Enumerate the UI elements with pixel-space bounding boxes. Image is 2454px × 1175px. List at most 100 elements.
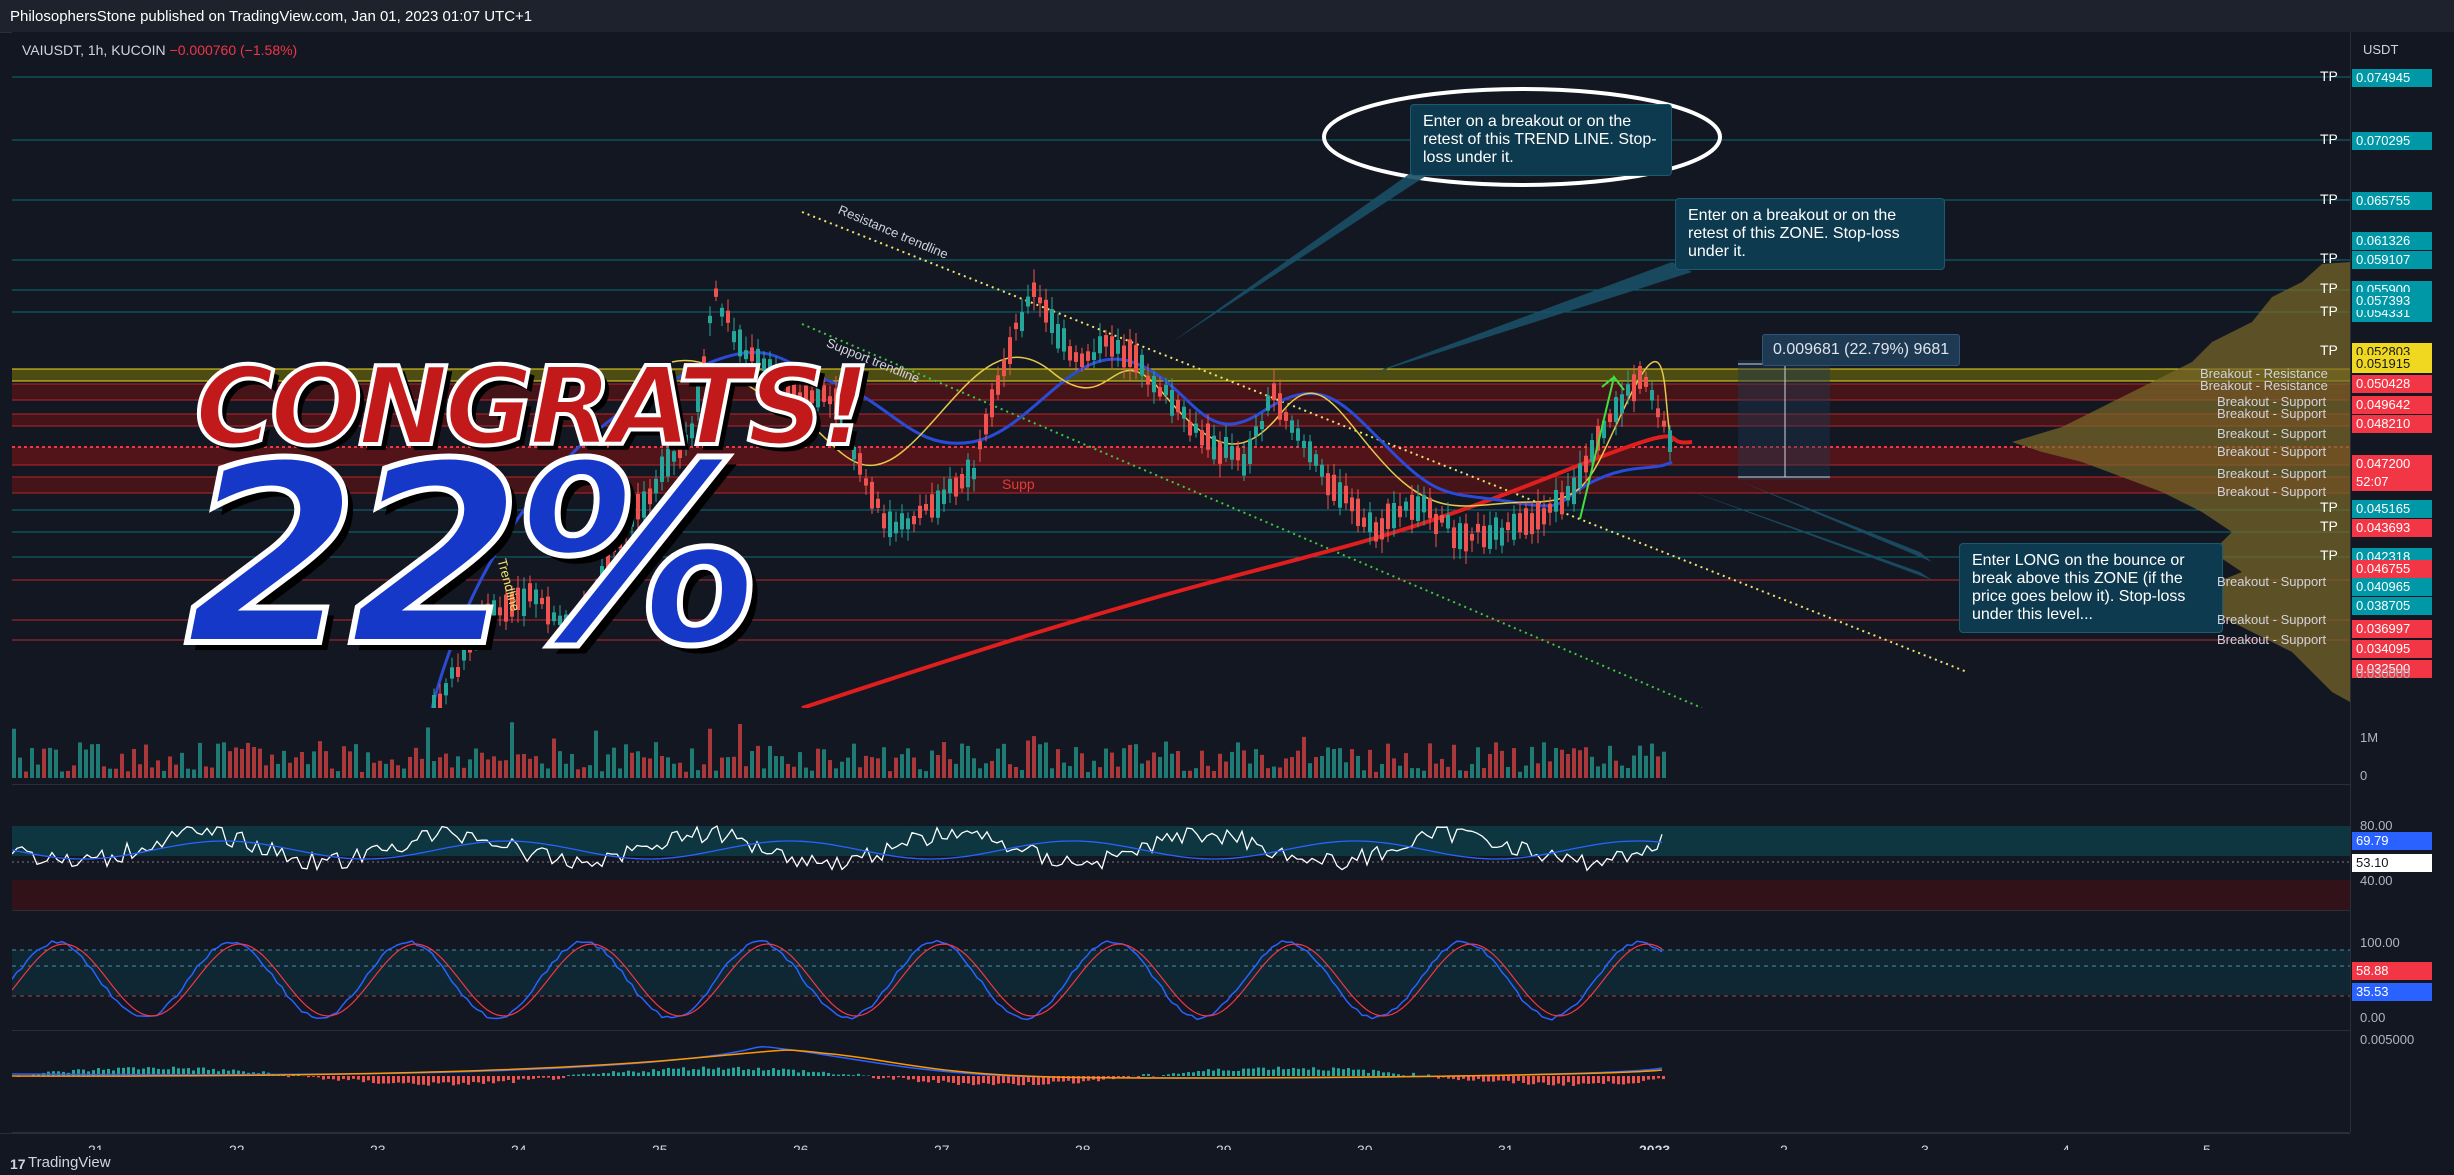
macd-bar	[862, 1075, 865, 1076]
axis-price-tag: 0.050428	[2352, 375, 2432, 393]
volume-bar	[1620, 765, 1624, 778]
rsi-chart	[12, 825, 2350, 910]
stoch-value-1: 58.88	[2352, 962, 2432, 980]
volume-bar	[1488, 753, 1492, 778]
volume-bar	[1092, 760, 1096, 778]
volume-bar	[738, 723, 742, 778]
macd-bar	[792, 1069, 795, 1076]
macd-bar	[1017, 1076, 1020, 1086]
macd-bar	[707, 1068, 710, 1076]
volume-bar	[102, 766, 106, 778]
macd-pane[interactable]	[12, 1032, 2350, 1133]
macd-bar	[1197, 1070, 1200, 1076]
macd-bar	[1282, 1069, 1285, 1076]
volume-bar	[240, 748, 244, 778]
macd-bar	[702, 1066, 705, 1076]
macd-bar	[367, 1076, 370, 1081]
volume-bar	[396, 765, 400, 778]
macd-bar	[377, 1076, 380, 1084]
macd-bar	[1397, 1074, 1400, 1076]
volume-bar	[1506, 766, 1510, 778]
stoch-pane[interactable]	[12, 930, 2350, 1031]
volume-bar	[444, 753, 448, 778]
macd-bar	[602, 1072, 605, 1076]
volume-bar	[150, 767, 154, 778]
volume-bar	[540, 763, 544, 778]
macd-bar	[327, 1076, 330, 1079]
volume-bar	[114, 768, 118, 778]
volume-bar	[144, 744, 148, 778]
callout-zone: Enter on a breakout or on the retest of …	[1675, 198, 1945, 270]
volume-bar	[1428, 743, 1432, 778]
volume-bar	[354, 744, 358, 778]
callout-zone-text: Enter on a breakout or on the retest of …	[1688, 207, 1900, 260]
macd-bar	[1352, 1069, 1355, 1076]
volume-bar	[1170, 753, 1174, 778]
volume-bar	[1440, 758, 1444, 778]
volume-bar	[762, 768, 766, 778]
volume-bar	[612, 747, 616, 778]
macd-bar	[337, 1076, 340, 1081]
volume-bar	[1374, 771, 1378, 778]
macd-bar	[1507, 1076, 1510, 1081]
macd-bar	[652, 1069, 655, 1076]
tp-label: TP	[2320, 303, 2338, 319]
macd-bar	[712, 1069, 715, 1076]
macd-bar	[537, 1076, 540, 1078]
volume-bar	[972, 758, 976, 778]
volume-bar	[1254, 749, 1258, 778]
volume-bar	[528, 758, 532, 778]
macd-bar	[1567, 1076, 1570, 1083]
macd-bar	[677, 1068, 680, 1076]
macd-bar	[442, 1076, 445, 1083]
volume-bar	[696, 770, 700, 778]
axis-price-tag: 0.047200	[2352, 455, 2432, 473]
volume-bar	[30, 748, 34, 778]
macd-bar	[1512, 1076, 1515, 1084]
volume-bar	[774, 756, 778, 778]
volume-bar	[1176, 751, 1180, 778]
callout-trendline: Enter on a breakout or on the retest of …	[1410, 104, 1672, 176]
volume-bar	[750, 751, 754, 778]
macd-bar	[1167, 1074, 1170, 1076]
volume-bar	[546, 768, 550, 778]
volume-bar	[426, 727, 430, 778]
volume-bar	[1344, 762, 1348, 778]
volume-bar	[606, 754, 610, 778]
volume-bar	[96, 743, 100, 778]
macd-bar	[1572, 1076, 1575, 1086]
volume-bar	[1098, 767, 1102, 778]
macd-bar	[1607, 1076, 1610, 1082]
volume-bar	[588, 765, 592, 778]
volume-bar	[1452, 744, 1456, 778]
volume-bar	[822, 749, 826, 778]
rsi-pane[interactable]	[12, 808, 2350, 911]
macd-bar	[587, 1074, 590, 1076]
macd-bar	[1552, 1076, 1555, 1086]
volume-pane[interactable]	[12, 708, 2350, 785]
symbol-info[interactable]: VAIUSDT, 1h, KUCOIN −0.000760 (−1.58%)	[22, 42, 297, 58]
macd-bar	[697, 1069, 700, 1076]
rsi-value-1: 69.79	[2352, 832, 2432, 850]
volume-bar	[306, 764, 310, 778]
volume-bar	[1458, 770, 1462, 778]
volume-bar	[1380, 763, 1384, 778]
volume-bar	[408, 756, 412, 778]
volume-bar	[894, 757, 898, 778]
volume-bar	[1188, 770, 1192, 778]
price-range-measure[interactable]: 0.009681 (22.79%) 9681	[1762, 334, 1961, 366]
macd-bar	[757, 1067, 760, 1076]
level-breakout-support-9: Breakout - Support	[2217, 632, 2327, 647]
volume-bar	[324, 751, 328, 778]
level-breakout-resistance-2: Breakout - Resistance	[2200, 378, 2328, 393]
tp-label: TP	[2320, 191, 2338, 207]
volume-bar	[1122, 748, 1126, 778]
volume-bar	[708, 728, 712, 778]
macd-bar	[1002, 1076, 1005, 1084]
macd-bar	[1182, 1072, 1185, 1076]
volume-bar	[1470, 764, 1474, 778]
volume-bar	[24, 771, 28, 778]
volume-bar	[756, 745, 760, 778]
volume-bar	[1068, 766, 1072, 778]
volume-bar	[672, 763, 676, 778]
